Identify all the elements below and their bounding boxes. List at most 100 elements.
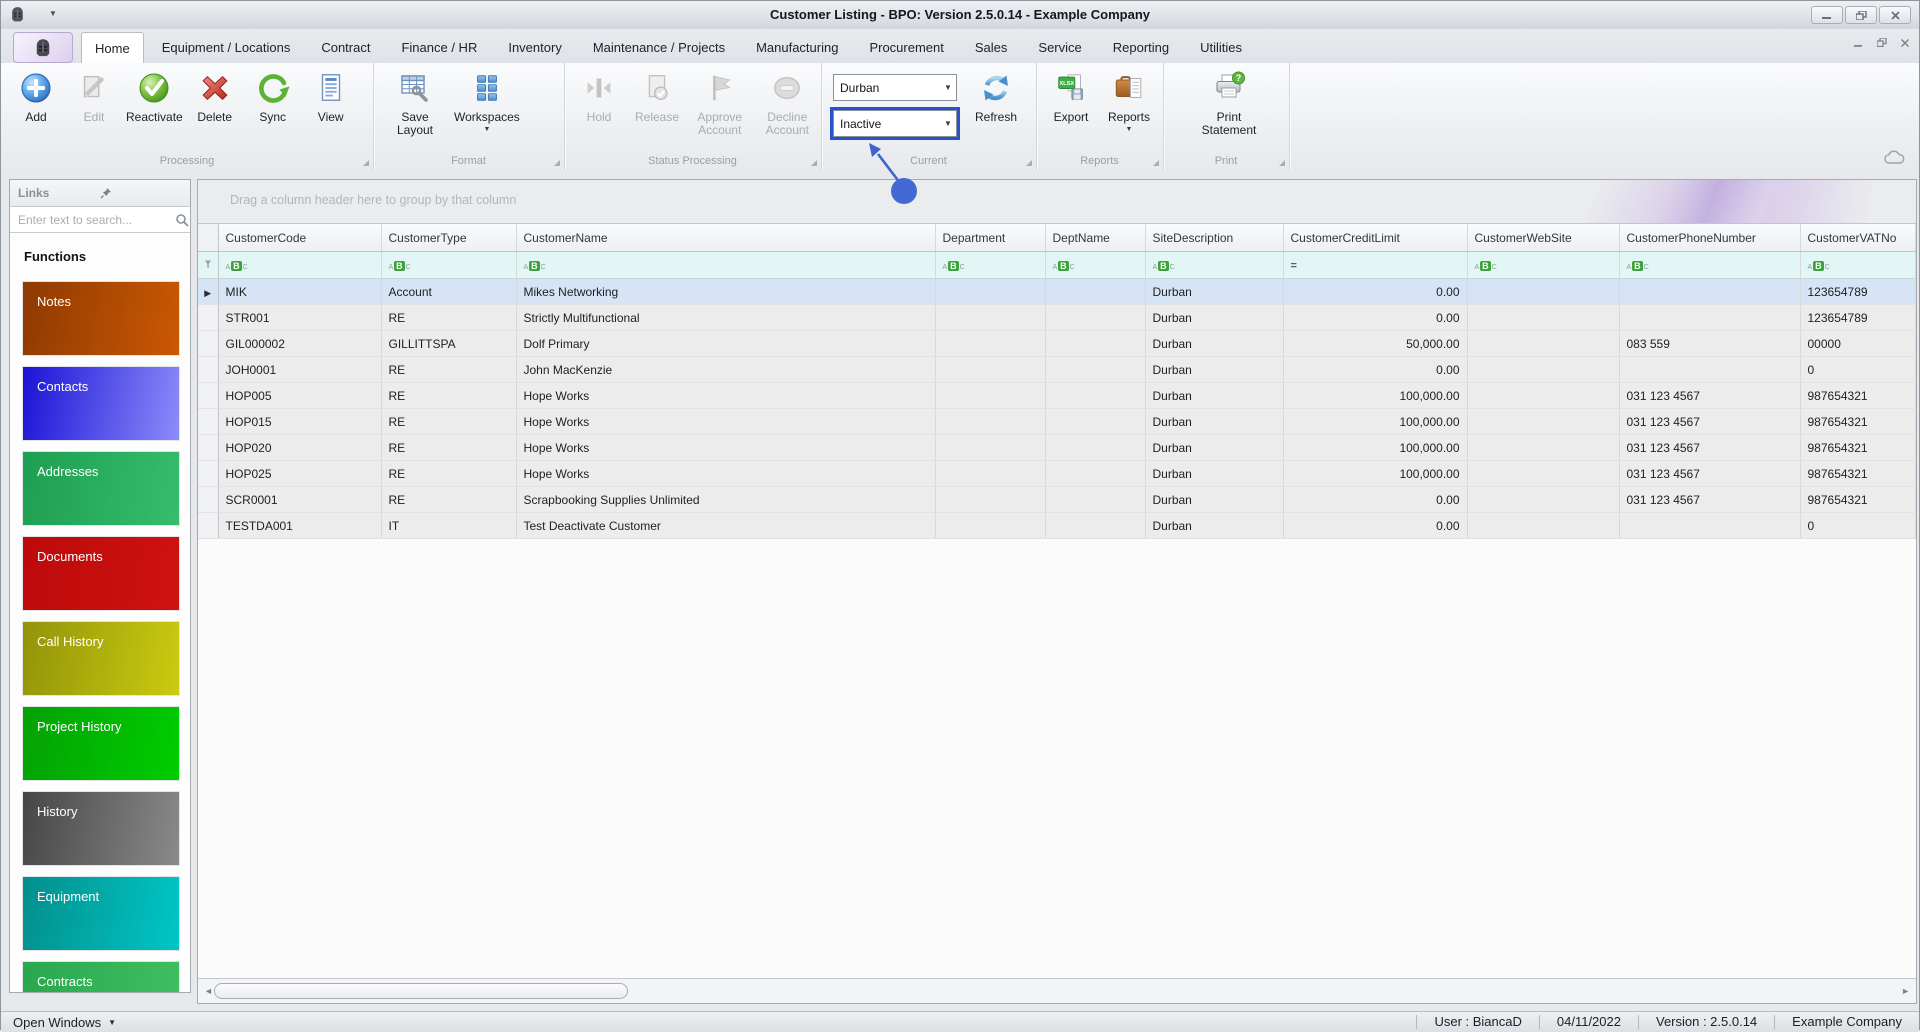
- grid-cell[interactable]: 031 123 4567: [1619, 486, 1801, 513]
- grid-cell[interactable]: Durban: [1145, 460, 1284, 487]
- grid-cell[interactable]: Durban: [1145, 382, 1284, 409]
- grid-cell[interactable]: 0.00: [1283, 304, 1468, 331]
- grid-cell[interactable]: [1467, 512, 1620, 539]
- grid-cell[interactable]: [1467, 356, 1620, 383]
- scrollbar-thumb[interactable]: [214, 983, 628, 999]
- grid-cell[interactable]: [1467, 408, 1620, 435]
- function-call-history[interactable]: Call History: [22, 621, 180, 696]
- approve-account-button[interactable]: Approve Account: [686, 66, 754, 139]
- function-project-history[interactable]: Project History: [22, 706, 180, 781]
- tab-utilities[interactable]: Utilities: [1187, 32, 1255, 63]
- filter-cell[interactable]: ABC: [516, 251, 936, 279]
- grid-cell[interactable]: Durban: [1145, 486, 1284, 513]
- filter-cell[interactable]: ABC: [1800, 251, 1916, 279]
- grid-cell[interactable]: 123654789: [1800, 304, 1916, 331]
- grid-cell[interactable]: 00000: [1800, 330, 1916, 357]
- view-button[interactable]: View: [302, 66, 360, 126]
- tab-inventory[interactable]: Inventory: [495, 32, 574, 63]
- site-dropdown[interactable]: Durban ▼: [833, 74, 957, 101]
- status-dropdown[interactable]: Inactive ▼: [833, 110, 957, 137]
- column-header-sitedescription[interactable]: SiteDescription: [1145, 224, 1284, 252]
- grid-cell[interactable]: [1045, 434, 1146, 461]
- grid-cell[interactable]: Hope Works: [516, 434, 936, 461]
- grid-cell[interactable]: Durban: [1145, 278, 1284, 305]
- save-layout-button[interactable]: Save Layout: [379, 66, 451, 139]
- grid-cell[interactable]: [1045, 486, 1146, 513]
- grid-cell[interactable]: [935, 460, 1046, 487]
- grid-cell[interactable]: RE: [381, 356, 517, 383]
- group-dialog-launcher-icon[interactable]: [1279, 160, 1285, 166]
- grid-cell[interactable]: GIL000002: [218, 330, 382, 357]
- grid-cell[interactable]: [935, 304, 1046, 331]
- filter-cell[interactable]: ABC: [1619, 251, 1801, 279]
- cloud-icon[interactable]: [1883, 150, 1905, 165]
- abc-filter-icon[interactable]: ABC: [1053, 258, 1075, 272]
- grid-cell[interactable]: 987654321: [1800, 434, 1916, 461]
- release-button[interactable]: Release: [628, 66, 686, 139]
- column-header-customervatno[interactable]: CustomerVATNo: [1800, 224, 1916, 252]
- grid-cell[interactable]: John MacKenzie: [516, 356, 936, 383]
- grid-cell[interactable]: [1045, 304, 1146, 331]
- grid-cell[interactable]: GILLITTSPA: [381, 330, 517, 357]
- function-contracts[interactable]: Contracts: [22, 961, 180, 992]
- function-history[interactable]: History: [22, 791, 180, 866]
- abc-filter-icon[interactable]: ABC: [389, 258, 411, 272]
- tab-manufacturing[interactable]: Manufacturing: [743, 32, 851, 63]
- tab-service[interactable]: Service: [1025, 32, 1094, 63]
- grid-cell[interactable]: [1045, 330, 1146, 357]
- grid-cell[interactable]: Hope Works: [516, 382, 936, 409]
- filter-cell[interactable]: ABC: [381, 251, 517, 279]
- grid-cell[interactable]: 987654321: [1800, 486, 1916, 513]
- abc-filter-icon[interactable]: ABC: [1153, 258, 1175, 272]
- grid-cell[interactable]: Account: [381, 278, 517, 305]
- tab-sales[interactable]: Sales: [962, 32, 1021, 63]
- abc-filter-icon[interactable]: ABC: [226, 258, 248, 272]
- application-menu-button[interactable]: [13, 32, 73, 63]
- function-addresses[interactable]: Addresses: [22, 451, 180, 526]
- grid-cell[interactable]: SCR0001: [218, 486, 382, 513]
- grid-cell[interactable]: RE: [381, 382, 517, 409]
- grid-cell[interactable]: [1467, 278, 1620, 305]
- pin-icon[interactable]: [100, 187, 182, 199]
- tab-contract[interactable]: Contract: [308, 32, 383, 63]
- grid-cell[interactable]: 083 559: [1619, 330, 1801, 357]
- tab-maintenance-projects[interactable]: Maintenance / Projects: [580, 32, 738, 63]
- grid-cell[interactable]: [1467, 460, 1620, 487]
- decline-account-button[interactable]: Decline Account: [754, 66, 822, 139]
- abc-filter-icon[interactable]: ABC: [524, 258, 546, 272]
- group-dialog-launcher-icon[interactable]: [1026, 160, 1032, 166]
- table-row[interactable]: TESTDA001 IT Test Deactivate Customer Durba…: [198, 512, 1916, 539]
- grid-cell[interactable]: 0.00: [1283, 278, 1468, 305]
- grid-cell[interactable]: Hope Works: [516, 460, 936, 487]
- grid-cell[interactable]: JOH0001: [218, 356, 382, 383]
- abc-filter-icon[interactable]: ABC: [1475, 258, 1497, 272]
- grid-cell[interactable]: [1045, 356, 1146, 383]
- grid-cell[interactable]: [1045, 382, 1146, 409]
- abc-filter-icon[interactable]: ABC: [1627, 258, 1649, 272]
- grid-cell[interactable]: 987654321: [1800, 382, 1916, 409]
- grid-cell[interactable]: [1045, 278, 1146, 305]
- grid-cell[interactable]: Mikes Networking: [516, 278, 936, 305]
- grid-cell[interactable]: [1045, 408, 1146, 435]
- grid-cell[interactable]: 031 123 4567: [1619, 408, 1801, 435]
- grid-cell[interactable]: 100,000.00: [1283, 408, 1468, 435]
- grid-cell[interactable]: [1045, 512, 1146, 539]
- grid-cell[interactable]: [935, 486, 1046, 513]
- equals-filter-icon[interactable]: =: [1291, 260, 1297, 272]
- scroll-left-icon[interactable]: ◄: [204, 986, 213, 996]
- function-documents[interactable]: Documents: [22, 536, 180, 611]
- column-header-deptname[interactable]: DeptName: [1045, 224, 1146, 252]
- column-header-customertype[interactable]: CustomerType: [381, 224, 517, 252]
- sync-button[interactable]: Sync: [244, 66, 302, 126]
- grid-cell[interactable]: [1467, 434, 1620, 461]
- close-button[interactable]: [1879, 6, 1911, 24]
- grid-cell[interactable]: 100,000.00: [1283, 460, 1468, 487]
- group-dialog-launcher-icon[interactable]: [1153, 160, 1159, 166]
- table-row[interactable]: HOP015 RE Hope Works Durban 100,000.00 031 12…: [198, 408, 1916, 435]
- grid-cell[interactable]: Strictly Multifunctional: [516, 304, 936, 331]
- grid-cell[interactable]: Durban: [1145, 356, 1284, 383]
- grid-cell[interactable]: IT: [381, 512, 517, 539]
- grid-cell[interactable]: 987654321: [1800, 408, 1916, 435]
- print-statement-button[interactable]: ? Print Statement: [1193, 66, 1265, 139]
- grid-cell[interactable]: [1467, 330, 1620, 357]
